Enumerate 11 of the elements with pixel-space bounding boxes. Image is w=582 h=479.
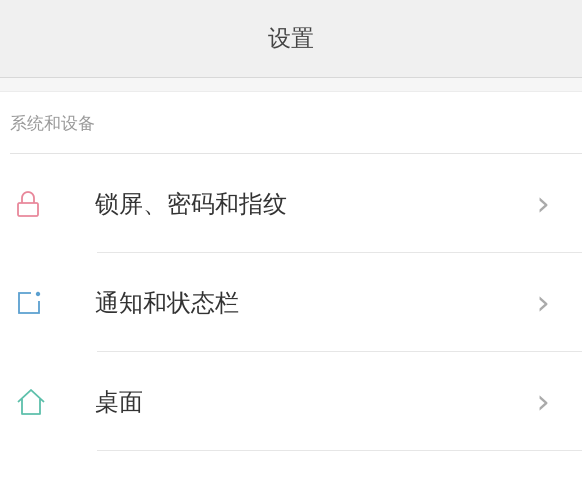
- chevron-icon: ›: [536, 286, 550, 320]
- settings-row[interactable]: 桌面 ›: [0, 352, 582, 451]
- row-label: 锁屏、密码和指纹: [95, 188, 288, 220]
- row-label: 桌面: [95, 386, 144, 418]
- settings-row[interactable]: 通知和状态栏 ›: [0, 253, 582, 352]
- row-label: 通知和状态栏: [95, 288, 240, 318]
- settings-row[interactable]: 锁屏、密码和指纹 ›: [0, 154, 582, 253]
- chevron-icon: ›: [536, 186, 550, 220]
- chevron-icon: ›: [536, 384, 550, 418]
- page-title: 设置: [268, 25, 314, 54]
- section-title: 系统和设备: [10, 92, 582, 154]
